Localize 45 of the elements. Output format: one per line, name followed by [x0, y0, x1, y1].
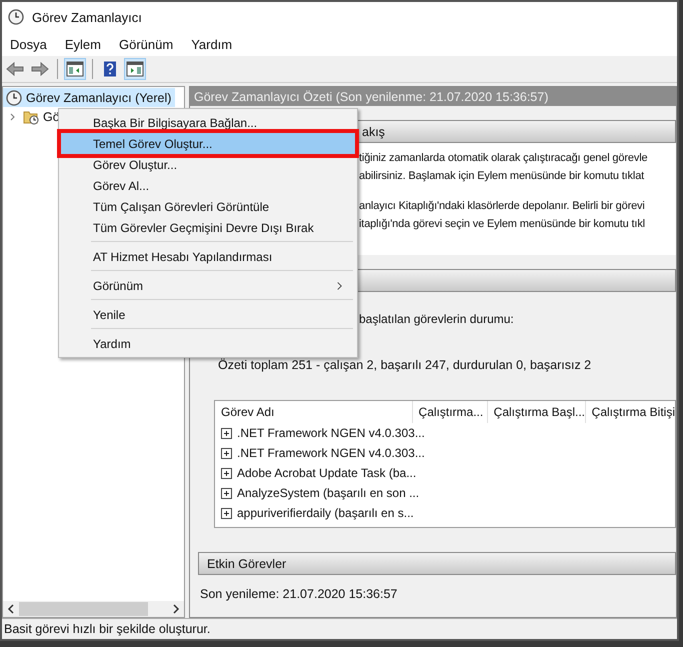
- expand-icon[interactable]: [221, 508, 232, 518]
- section-header[interactable]: Etkin Görevler: [198, 552, 676, 575]
- folder-clock-icon: [23, 108, 39, 124]
- column-header[interactable]: Çalıştırma Başl...: [488, 401, 586, 423]
- panel-header: Görev Zamanlayıcı Özeti (Son yenilenme: 21.07.2020 15:36:57): [190, 87, 676, 106]
- table-cell: appuriverifierdaily (başarılı en s...: [237, 506, 414, 520]
- menu-item[interactable]: Temel Görev Oluştur...: [61, 133, 355, 154]
- pane-toggle-button[interactable]: [124, 58, 146, 80]
- chevron-right-icon[interactable]: [9, 112, 17, 120]
- menu-item[interactable]: Tüm Çalışan Görevleri Görüntüle: [61, 196, 355, 217]
- expand-icon[interactable]: [221, 428, 232, 438]
- column-header[interactable]: Çalıştırma...: [412, 401, 488, 423]
- refresh-time-text: Son yenileme: 21.07.2020 15:36:57: [199, 586, 398, 601]
- table-cell: .NET Framework NGEN v4.0.303...: [237, 446, 425, 460]
- scroll-right-icon[interactable]: [172, 604, 180, 614]
- pane-toggle-button[interactable]: [64, 58, 86, 80]
- status-bar: Basit görevi hızlı bir şekilde oluşturur.: [2, 618, 677, 639]
- menu-item[interactable]: Görev Al...: [61, 175, 355, 196]
- column-header[interactable]: Görev Adı: [215, 401, 413, 423]
- clock-icon: [6, 90, 22, 106]
- menu-item[interactable]: Görev Oluştur...: [61, 154, 355, 175]
- menu-item[interactable]: Yardım: [191, 36, 232, 52]
- text-line: abilirsiniz. Başlamak için Eylem menüsünde bir komutu tıklat: [359, 170, 644, 182]
- horizontal-scrollbar[interactable]: [3, 601, 184, 617]
- scroll-left-icon[interactable]: [7, 604, 15, 614]
- menu-item[interactable]: Dosya: [10, 36, 47, 52]
- expand-icon[interactable]: [221, 448, 232, 458]
- clock-icon: [8, 9, 24, 25]
- expand-icon[interactable]: [221, 488, 232, 498]
- status-summary: Özeti toplam 251 - çalışan 2, başarılı 247, durdurulan 0, başarısız 2: [217, 358, 592, 372]
- chevron-right-icon: [336, 280, 343, 290]
- status-text: başlatılan görevlerin durumu:: [359, 312, 514, 326]
- expand-icon[interactable]: [221, 468, 232, 478]
- menu-item[interactable]: Görünüm: [118, 36, 174, 52]
- table-cell: .NET Framework NGEN v4.0.303...: [237, 426, 425, 440]
- table-cell: AnalyzeSystem (başarılı en son ...: [237, 486, 420, 500]
- column-header[interactable]: Çalıştırma Bitişi: [586, 401, 675, 423]
- menu-item[interactable]: Eylem: [64, 36, 101, 52]
- text-line: tiğiniz zamanlarda otomatik olarak çalıştıracağı genel görevle: [359, 152, 648, 164]
- table-cell: Adobe Acrobat Update Task (ba...: [237, 466, 416, 480]
- menu-item[interactable]: Yardım: [61, 333, 355, 354]
- text-line: anlayıcı Kitaplığı'ndaki klasörlerde depolanır. Belirli bir görevi: [359, 200, 645, 212]
- text-line: itaplığı'nda görevi seçin ve Eylem menüsünde bir komutu tıkl: [359, 218, 645, 230]
- tree-item[interactable]: Görev Zamanlayıcı (Yerel): [3, 88, 176, 107]
- window-title: Görev Zamanlayıcı: [32, 10, 142, 24]
